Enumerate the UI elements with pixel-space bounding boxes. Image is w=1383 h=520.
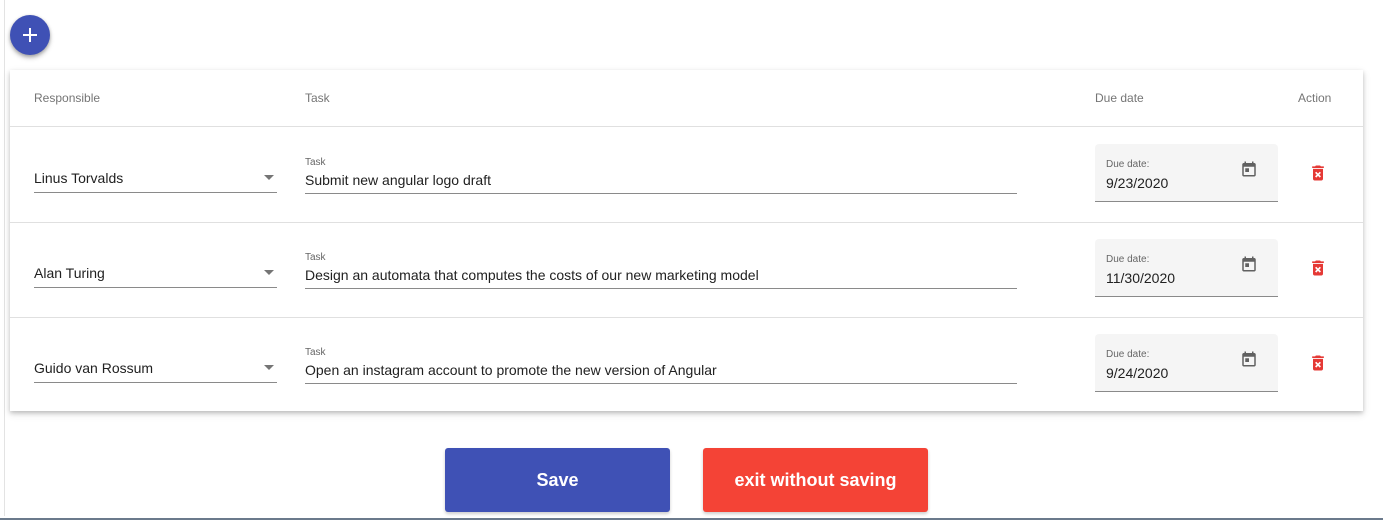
save-button[interactable]: Save [445, 448, 670, 512]
due-date-field: Due date: [1095, 239, 1278, 297]
page-left-border [4, 0, 5, 516]
responsible-select[interactable]: Linus Torvalds [34, 162, 277, 193]
delete-icon [1312, 260, 1324, 276]
datepicker-toggle-button[interactable] [1235, 250, 1263, 278]
delete-button[interactable] [1305, 255, 1331, 281]
delete-button[interactable] [1305, 350, 1331, 376]
delete-button[interactable] [1305, 160, 1331, 186]
table-header: Responsible Task Due date Action [10, 70, 1363, 127]
header-responsible: Responsible [34, 91, 101, 105]
datepicker-toggle-button[interactable] [1235, 345, 1263, 373]
calendar-icon [1242, 161, 1256, 177]
task-input[interactable] [305, 170, 1017, 190]
task-field: Task [305, 343, 1017, 384]
due-date-label: Due date: [1106, 349, 1150, 360]
responsible-value: Linus Torvalds [34, 170, 124, 186]
responsible-value: Alan Turing [34, 265, 105, 281]
page: Responsible Task Due date Action Linus T… [0, 0, 1383, 520]
due-date-label: Due date: [1106, 159, 1150, 170]
header-task: Task [305, 91, 330, 105]
exit-without-saving-button[interactable]: exit without saving [703, 448, 928, 512]
header-action: Action [1298, 91, 1332, 105]
chevron-down-icon [264, 270, 274, 275]
task-label: Task [305, 347, 326, 358]
plus-icon [23, 28, 37, 42]
due-date-input[interactable] [1106, 174, 1226, 192]
due-date-field: Due date: [1095, 334, 1278, 392]
task-input[interactable] [305, 265, 1017, 285]
datepicker-toggle-button[interactable] [1235, 155, 1263, 183]
task-label: Task [305, 252, 326, 263]
responsible-value: Guido van Rossum [34, 360, 154, 376]
table-row: Linus Torvalds Task Due date: [10, 127, 1363, 223]
due-date-field: Due date: [1095, 144, 1278, 202]
chevron-down-icon [264, 175, 274, 180]
responsible-select[interactable]: Alan Turing [34, 257, 277, 288]
due-date-label: Due date: [1106, 254, 1150, 265]
due-date-input[interactable] [1106, 269, 1226, 287]
task-label: Task [305, 157, 326, 168]
header-due-date: Due date [1095, 91, 1144, 105]
delete-icon [1312, 165, 1324, 181]
due-date-input[interactable] [1106, 364, 1226, 382]
table-row: Guido van Rossum Task Due date: [10, 317, 1363, 412]
chevron-down-icon [264, 365, 274, 370]
task-table: Responsible Task Due date Action Linus T… [10, 70, 1363, 411]
add-task-button[interactable] [10, 15, 50, 55]
responsible-select[interactable]: Guido van Rossum [34, 352, 277, 383]
calendar-icon [1242, 351, 1256, 367]
task-field: Task [305, 153, 1017, 194]
delete-icon [1312, 355, 1324, 371]
task-input[interactable] [305, 360, 1017, 380]
calendar-icon [1242, 256, 1256, 272]
table-row: Alan Turing Task Due date: [10, 222, 1363, 318]
task-field: Task [305, 248, 1017, 289]
